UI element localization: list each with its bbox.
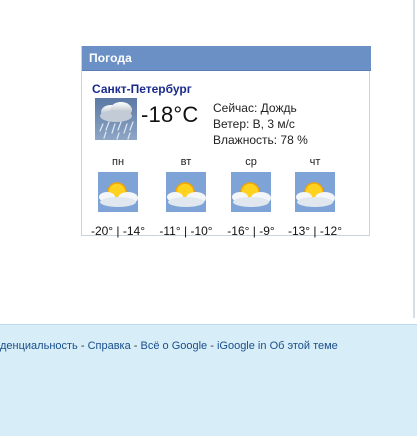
page-border [413, 0, 415, 318]
condition-text: Сейчас: Дождь [213, 101, 297, 115]
forecast-day: вт -11° | -10° [154, 156, 218, 238]
footer: денциальность - Справка - Всё о Google -… [0, 324, 417, 436]
page: Погода Санкт-Петербург -18°C Сейчас: Дож… [0, 0, 417, 436]
about-theme-link[interactable]: Об этой теме [270, 340, 338, 352]
footer-separator: - [130, 340, 141, 352]
forecast-temps: -11° | -10° [159, 224, 213, 238]
forecast-day: чт -13° | -12° [283, 156, 347, 238]
current-temperature: -18°C [141, 102, 199, 127]
partly-cloudy-icon [231, 172, 271, 212]
about-google-link[interactable]: Всё о Google [141, 340, 208, 352]
forecast-day-label: вт [180, 156, 192, 168]
city-name[interactable]: Санкт-Петербург [92, 82, 192, 96]
forecast-temps: -20° | -14° [90, 224, 146, 238]
gadget-header: Погода [82, 46, 371, 71]
forecast-row: пн -20° | -14° вт -11° | -10° ср -16° | … [82, 156, 371, 238]
partly-cloudy-icon [295, 172, 335, 212]
footer-links: денциальность - Справка - Всё о Google -… [0, 340, 338, 352]
gadget-title: Погода [89, 51, 132, 65]
current-conditions: Сейчас: Дождь Ветер: В, 3 м/с Влажность:… [213, 100, 308, 148]
footer-separator: - [77, 340, 88, 352]
partly-cloudy-icon [166, 172, 206, 212]
igoogle-in-link[interactable]: iGoogle in [217, 340, 267, 352]
rain-cloud-icon [95, 98, 137, 140]
forecast-temps: -16° | -9° [227, 224, 275, 238]
wind-text: Ветер: В, 3 м/с [213, 117, 295, 131]
forecast-day: ср -16° | -9° [219, 156, 283, 238]
forecast-day-label: пн [111, 156, 125, 168]
forecast-day-label: ср [245, 156, 257, 168]
forecast-day-label: чт [309, 156, 321, 168]
weather-gadget: Погода Санкт-Петербург -18°C Сейчас: Дож… [81, 46, 371, 238]
forecast-day: пн -20° | -14° [86, 156, 150, 238]
partly-cloudy-icon [98, 172, 138, 212]
humidity-text: Влажность: 78 % [213, 133, 308, 147]
forecast-temps: -13° | -12° [287, 224, 343, 238]
privacy-link[interactable]: денциальность [0, 340, 78, 352]
help-link[interactable]: Справка [88, 340, 131, 352]
footer-separator: - [207, 340, 217, 352]
